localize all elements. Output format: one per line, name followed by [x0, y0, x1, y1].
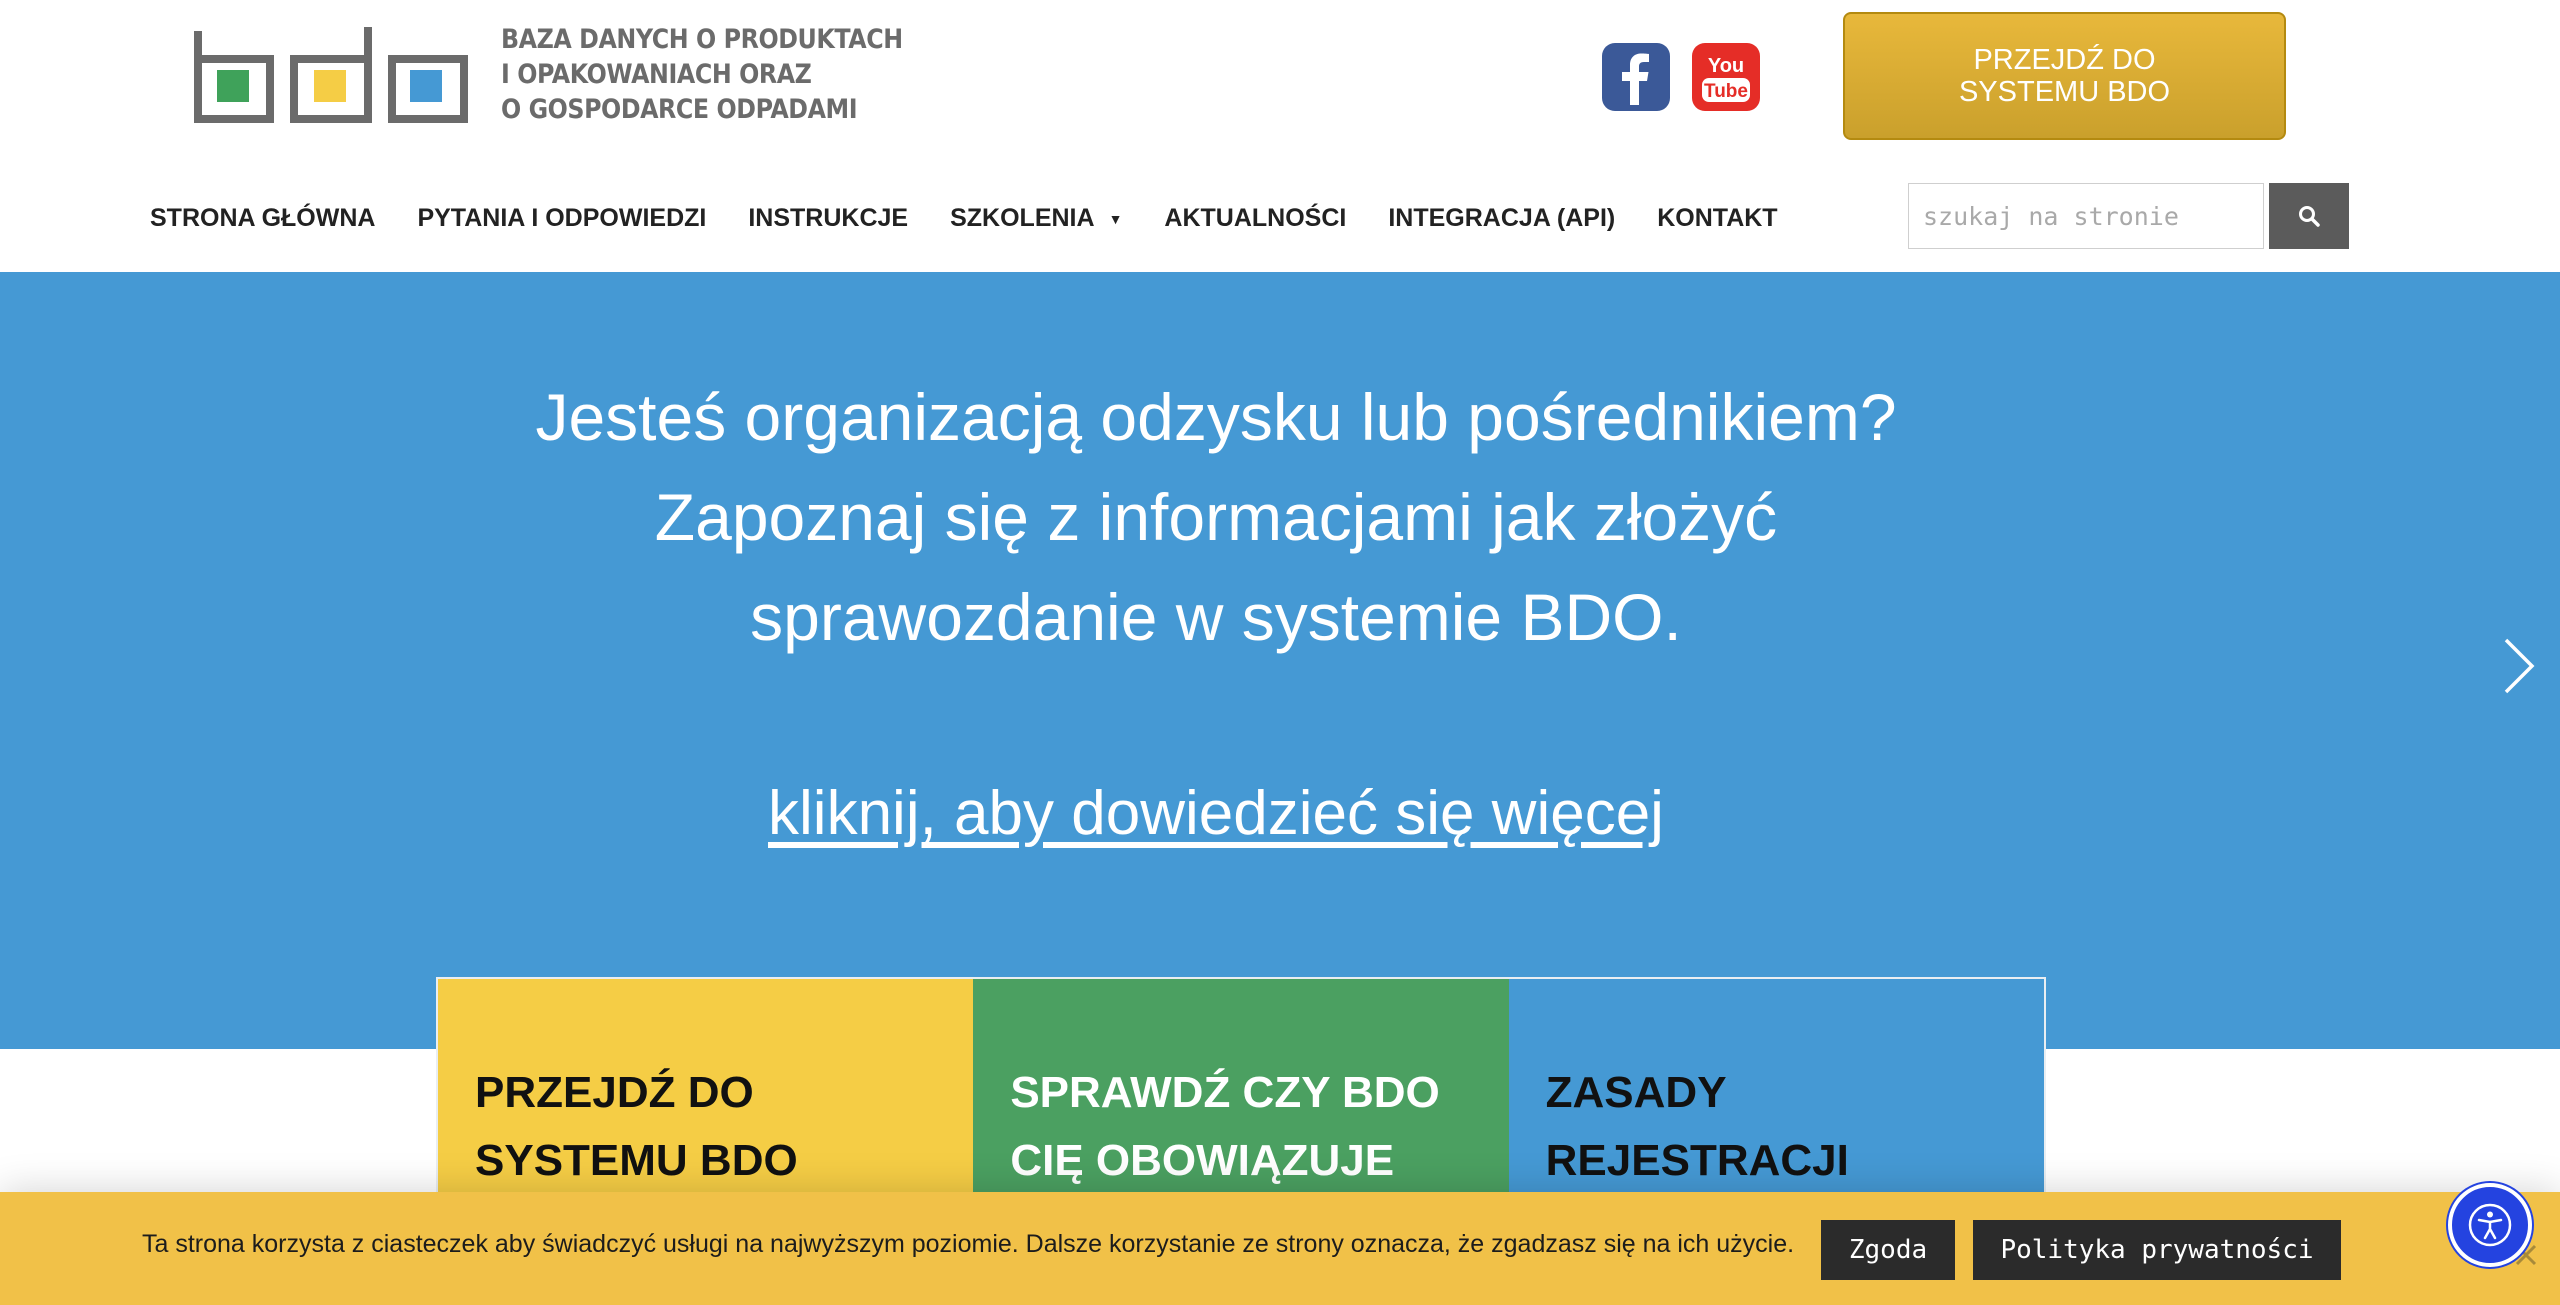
- privacy-policy-button[interactable]: Polityka prywatności: [1973, 1220, 2341, 1280]
- search-button[interactable]: [2269, 183, 2349, 249]
- chevron-right-icon[interactable]: [2500, 636, 2540, 696]
- tile-line: SPRAWDŹ CZY BDO: [1010, 1068, 1440, 1117]
- logo-line: O GOSPODARCE ODPADAMI: [501, 94, 858, 125]
- nav-item-label: INSTRUKCJE: [748, 203, 909, 232]
- tile-check-obligation[interactable]: SPRAWDŹ CZY BDO CIĘ OBOWIĄZUJE: [973, 979, 1509, 1205]
- svg-text:Tube: Tube: [1704, 81, 1748, 102]
- search-input[interactable]: [1908, 183, 2264, 249]
- nav-item-strona-glowna[interactable]: STRONA GŁÓWNA: [150, 204, 375, 233]
- tile-go-to-system[interactable]: PRZEJDŹ DO SYSTEMU BDO: [438, 979, 974, 1205]
- accessibility-icon: [2468, 1203, 2512, 1247]
- bdo-logo-icon: [194, 27, 468, 123]
- tile-line: REJESTRACJI: [1545, 1136, 1849, 1185]
- youtube-icon[interactable]: You Tube: [1692, 43, 1760, 111]
- nav-item-kontakt[interactable]: KONTAKT: [1657, 204, 1777, 233]
- facebook-icon[interactable]: [1602, 43, 1670, 111]
- tile-line: SYSTEMU BDO: [475, 1136, 798, 1185]
- hero-line: Zapoznaj się z informacjami jak złożyć: [654, 480, 1778, 554]
- nav-item-pytania[interactable]: PYTANIA I ODPOWIEDZI: [417, 204, 706, 233]
- accessibility-button[interactable]: [2448, 1183, 2532, 1267]
- cookie-accept-button[interactable]: Zgoda: [1821, 1220, 1955, 1280]
- go-to-bdo-system-button[interactable]: PRZEJDŹ DO SYSTEMU BDO: [1843, 12, 2286, 140]
- cta-line: PRZEJDŹ DO: [1973, 44, 2156, 76]
- tile-line: ZASADY: [1545, 1068, 1727, 1117]
- cookie-text: Ta strona korzysta z ciasteczek aby świa…: [142, 1230, 1795, 1258]
- tile-line: PRZEJDŹ DO: [475, 1068, 754, 1117]
- caret-down-icon: ▼: [1108, 210, 1123, 227]
- nav-item-instrukcje[interactable]: INSTRUKCJE: [748, 204, 908, 233]
- main-nav: STRONA GŁÓWNA PYTANIA I ODPOWIEDZI INSTR…: [150, 198, 1820, 238]
- nav-item-label: INTEGRACJA (API): [1388, 203, 1616, 232]
- cta-line: SYSTEMU BDO: [1958, 76, 2171, 108]
- tile-line: CIĘ OBOWIĄZUJE: [1010, 1136, 1395, 1185]
- svg-text:You: You: [1708, 55, 1744, 77]
- nav-item-label: AKTUALNOŚCI: [1164, 203, 1347, 232]
- hero-learn-more-link[interactable]: kliknij, aby dowiedzieć się więcej: [0, 778, 2432, 849]
- hero-line: sprawozdanie w systemie BDO.: [750, 580, 1682, 654]
- nav-item-szkolenia[interactable]: SZKOLENIA ▼: [950, 204, 1122, 233]
- nav-item-label: PYTANIA I ODPOWIEDZI: [417, 203, 707, 232]
- quick-links: PRZEJDŹ DO SYSTEMU BDO SPRAWDŹ CZY BDO C…: [436, 977, 2046, 1207]
- nav-item-integracja[interactable]: INTEGRACJA (API): [1388, 204, 1615, 233]
- nav-item-aktualnosci[interactable]: AKTUALNOŚCI: [1164, 204, 1346, 233]
- logo-line: BAZA DANYCH O PRODUKTACH: [501, 24, 903, 55]
- tile-registration-rules[interactable]: ZASADY REJESTRACJI: [1508, 979, 2044, 1205]
- cookie-banner: Ta strona korzysta z ciasteczek aby świa…: [0, 1192, 2560, 1305]
- hero-heading: Jesteś organizacją odzysku lub pośrednik…: [0, 367, 2432, 667]
- logo-line: I OPAKOWANIACH ORAZ: [501, 59, 812, 90]
- nav-item-label: STRONA GŁÓWNA: [150, 203, 376, 232]
- logo-text: BAZA DANYCH O PRODUKTACH I OPAKOWANIACH …: [501, 22, 957, 127]
- nav-item-label: KONTAKT: [1657, 203, 1778, 232]
- nav-item-label: SZKOLENIA: [950, 203, 1095, 232]
- hero-line: Jesteś organizacją odzysku lub pośrednik…: [535, 380, 1897, 454]
- site-header: BAZA DANYCH O PRODUKTACH I OPAKOWANIACH …: [0, 0, 2560, 272]
- hero-slider: Jesteś organizacją odzysku lub pośrednik…: [0, 272, 2560, 1049]
- search-icon: [2299, 206, 2320, 227]
